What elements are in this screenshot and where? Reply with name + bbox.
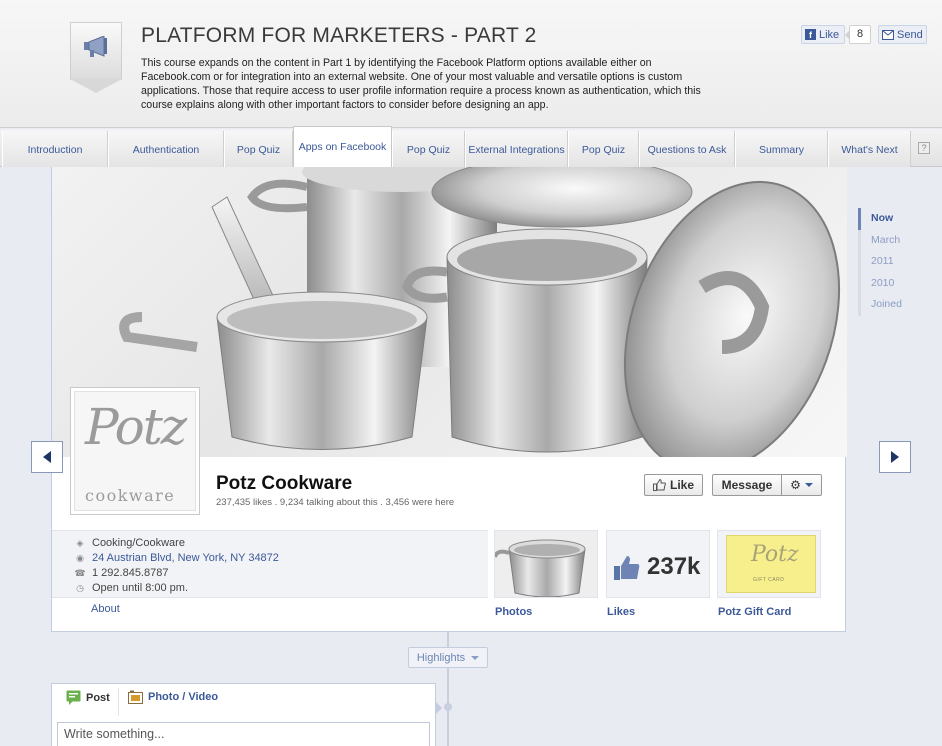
- help-button[interactable]: ?: [918, 142, 930, 154]
- tab-summary[interactable]: Summary: [735, 131, 828, 167]
- gift-card-logo: Potz: [751, 542, 799, 567]
- likes-count: 237k: [647, 553, 701, 580]
- message-button[interactable]: Message: [712, 474, 782, 496]
- gift-card-image: Potz GIFT CARD: [726, 535, 816, 593]
- envelope-icon: [882, 29, 894, 40]
- tab-pop-quiz-1[interactable]: Pop Quiz: [224, 131, 293, 167]
- photo-icon: [128, 690, 143, 704]
- clock-icon: ◷: [76, 582, 84, 593]
- highlights-dropdown[interactable]: Highlights: [408, 647, 488, 668]
- facebook-like-button[interactable]: f Like: [801, 25, 845, 44]
- course-tabs: Introduction Authentication Pop Quiz App…: [0, 126, 942, 168]
- course-header: PLATFORM FOR MARKETERS - PART 2 This cou…: [0, 0, 942, 128]
- post-tab-label: Post: [86, 691, 110, 704]
- photo-video-tab-label: Photo / Video: [148, 691, 219, 703]
- thumbs-up-icon: [614, 556, 640, 580]
- send-label: Send: [897, 28, 923, 41]
- tab-authentication[interactable]: Authentication: [108, 131, 224, 167]
- like-label: Like: [819, 28, 840, 41]
- tab-introduction[interactable]: Introduction: [2, 131, 108, 167]
- photos-label[interactable]: Photos: [495, 606, 532, 618]
- phone-row: ☎ 1 292.845.8787: [74, 567, 168, 579]
- hours-text: Open until 8:00 pm.: [92, 582, 189, 594]
- address-link[interactable]: 24 Austrian Blvd, New York, NY 34872: [92, 552, 279, 564]
- scrubber-item-2010[interactable]: 2010: [858, 272, 918, 294]
- scrubber-item-march[interactable]: March: [858, 229, 918, 251]
- potz-logo-text: Potz: [85, 398, 187, 456]
- previous-arrow-button[interactable]: [31, 441, 63, 473]
- likes-tile[interactable]: 237k: [606, 530, 710, 598]
- page-like-label: Like: [669, 478, 694, 492]
- composer-tab-divider: [118, 688, 119, 716]
- like-count: 8: [845, 25, 871, 44]
- phone-text: 1 292.845.8787: [92, 567, 169, 579]
- page-name: Potz Cookware: [216, 473, 353, 494]
- phone-icon: ☎: [74, 567, 86, 578]
- category-text: Cooking/Cookware: [92, 537, 185, 549]
- facebook-icon: f: [805, 29, 816, 40]
- course-badge: [70, 22, 122, 94]
- chevron-down-icon: [804, 483, 813, 487]
- composer-text-input[interactable]: Write something...: [57, 722, 430, 746]
- highlights-label: Highlights: [416, 651, 466, 664]
- gift-card-label[interactable]: Potz Gift Card: [718, 606, 791, 618]
- tab-pop-quiz-2[interactable]: Pop Quiz: [392, 131, 465, 167]
- about-link[interactable]: About: [91, 603, 120, 615]
- scrubber-item-now[interactable]: Now: [858, 208, 918, 230]
- composer-tab-post[interactable]: Post: [66, 690, 110, 705]
- course-description: This course expands on the content in Pa…: [141, 57, 701, 111]
- page-like-button[interactable]: Like: [644, 474, 703, 496]
- facebook-send-button[interactable]: Send: [878, 25, 927, 44]
- map-pin-icon: ◉: [76, 552, 84, 563]
- photos-thumbnail: [495, 531, 597, 597]
- tag-icon: ◈: [76, 537, 84, 548]
- likes-label[interactable]: Likes: [607, 606, 635, 618]
- post-composer: Post Photo / Video Write something...: [51, 683, 442, 746]
- gift-card-subtext: GIFT CARD: [753, 577, 785, 583]
- status-icon: [66, 690, 81, 705]
- composer-tab-photo-video[interactable]: Photo / Video: [128, 690, 218, 704]
- chevron-down-icon: [471, 655, 480, 660]
- timeline-scrubber: Now March 2011 2010 Joined: [858, 208, 918, 316]
- address-row[interactable]: ◉ 24 Austrian Blvd, New York, NY 34872: [74, 552, 279, 564]
- gear-icon: ⚙: [790, 478, 801, 492]
- scrubber-item-2011[interactable]: 2011: [858, 251, 918, 273]
- timeline-dot: [444, 703, 452, 711]
- course-title: PLATFORM FOR MARKETERS - PART 2: [141, 24, 537, 47]
- page-stats: 237,435 likes . 9,234 talking about this…: [216, 497, 455, 508]
- tab-questions-to-ask[interactable]: Questions to Ask: [639, 131, 735, 167]
- hours-row: ◷ Open until 8:00 pm.: [74, 582, 188, 594]
- profile-picture[interactable]: Potz cookware: [70, 387, 200, 515]
- scrubber-item-joined[interactable]: Joined: [858, 294, 918, 316]
- tab-external-integrations[interactable]: External Integrations: [465, 131, 568, 167]
- page-info-box: ◈ Cooking/Cookware ◉ 24 Austrian Blvd, N…: [52, 530, 488, 598]
- chevron-right-icon: [891, 451, 899, 463]
- settings-dropdown[interactable]: ⚙: [782, 474, 822, 496]
- category-row: ◈ Cooking/Cookware: [74, 537, 185, 549]
- chevron-left-icon: [43, 451, 51, 463]
- next-arrow-button[interactable]: [879, 441, 911, 473]
- thumbs-up-icon: [652, 479, 666, 491]
- tab-whats-next[interactable]: What's Next: [828, 131, 911, 167]
- gift-card-tile[interactable]: Potz GIFT CARD: [717, 530, 821, 598]
- tab-apps-on-facebook[interactable]: Apps on Facebook: [293, 126, 392, 168]
- photos-tile[interactable]: [494, 530, 598, 598]
- tab-pop-quiz-3[interactable]: Pop Quiz: [568, 131, 639, 167]
- megaphone-icon: [84, 36, 107, 57]
- potz-logo-subtext: cookware: [85, 486, 176, 505]
